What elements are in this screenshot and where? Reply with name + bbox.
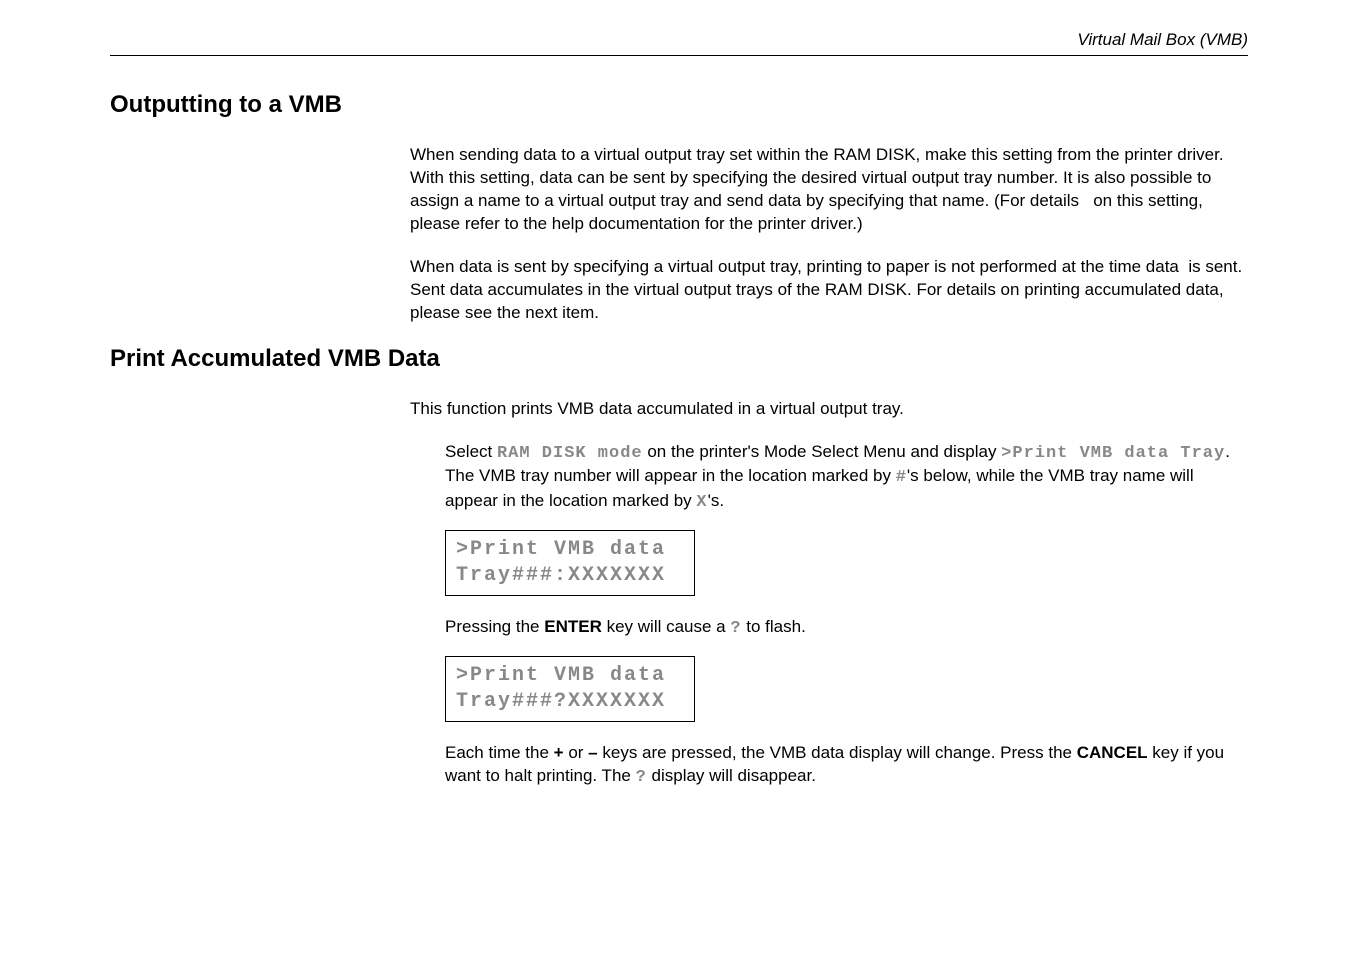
- step2-pre: Pressing the: [445, 617, 544, 636]
- outputting-para1: When sending data to a virtual output tr…: [410, 144, 1248, 236]
- step1-mid1: on the printer's Mode Select Menu and di…: [643, 442, 1002, 461]
- section-heading-outputting: Outputting to a VMB: [110, 91, 1248, 119]
- step3-code: ?: [636, 768, 647, 787]
- step3-mid2: keys are pressed, the VMB data display w…: [598, 743, 1077, 762]
- lcd-display-1: >Print VMB data Tray###:XXXXXXX: [445, 530, 695, 596]
- page-header: Virtual Mail Box (VMB): [110, 30, 1248, 50]
- step2-mid: key will cause a: [602, 617, 731, 636]
- step1-text: Select RAM DISK mode on the printer's Mo…: [445, 441, 1248, 516]
- print-vmb-intro: This function prints VMB data accumulate…: [410, 398, 1248, 421]
- lcd2-line2: Tray###?XXXXXXX: [456, 689, 684, 715]
- step1-pre: Select: [445, 442, 497, 461]
- step3-bold3: CANCEL: [1077, 743, 1148, 762]
- header-divider: [110, 55, 1248, 56]
- lcd2-line1: >Print VMB data: [456, 663, 684, 689]
- step1-code1: RAM DISK mode: [497, 444, 643, 463]
- step3-end: display will disappear.: [647, 766, 816, 785]
- step3-bold2: –: [588, 743, 597, 762]
- step3-mid1: or: [564, 743, 589, 762]
- lcd1-line1: >Print VMB data: [456, 537, 684, 563]
- step1-code2: >Print VMB data Tray: [1001, 444, 1225, 463]
- step1-code4: X: [696, 493, 707, 512]
- lcd1-line2: Tray###:XXXXXXX: [456, 563, 684, 589]
- step3-text: Each time the + or – keys are pressed, t…: [445, 742, 1248, 790]
- step2-end: to flash.: [742, 617, 806, 636]
- step2-code: ?: [730, 619, 741, 638]
- step3-bold1: +: [554, 743, 564, 762]
- step1-code3: #: [896, 468, 907, 487]
- step2-bold: ENTER: [544, 617, 602, 636]
- section-heading-print-vmb: Print Accumulated VMB Data: [110, 345, 1248, 373]
- step2-text: Pressing the ENTER key will cause a ? to…: [445, 616, 1248, 641]
- lcd-display-2: >Print VMB data Tray###?XXXXXXX: [445, 656, 695, 722]
- outputting-para2: When data is sent by specifying a virtua…: [410, 256, 1248, 325]
- step1-end: 's.: [708, 491, 724, 510]
- step3-pre: Each time the: [445, 743, 554, 762]
